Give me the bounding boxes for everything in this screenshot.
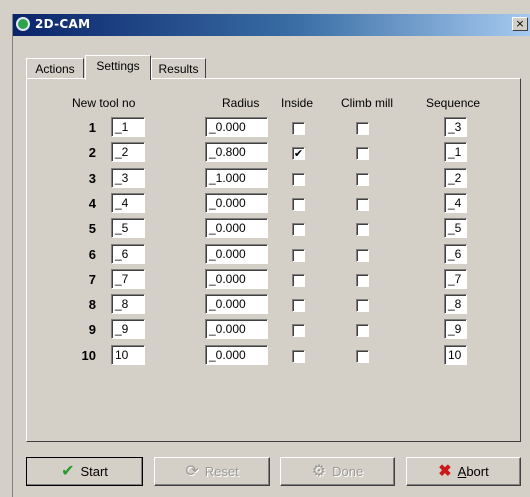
inside-checkbox[interactable] — [292, 198, 305, 211]
tool-no-input[interactable]: _9 — [111, 319, 145, 339]
inside-checkbox[interactable]: ✔ — [292, 147, 305, 160]
sequence-input[interactable]: _3 — [444, 117, 467, 137]
row-number: 2 — [88, 145, 96, 160]
dialog-window: 2D-CAM × Actions Settings Results New to… — [0, 0, 530, 497]
radius-input[interactable]: _0.000 — [205, 193, 268, 213]
tool-no-input[interactable]: _3 — [111, 168, 145, 188]
sequence-input[interactable]: _5 — [444, 218, 467, 238]
climb-mill-checkbox[interactable] — [356, 173, 369, 186]
gears-icon: ⚙ — [311, 462, 327, 480]
tool-no-input[interactable]: _5 — [111, 218, 145, 238]
inside-checkbox[interactable] — [292, 299, 305, 312]
sequence-input[interactable]: _9 — [444, 319, 467, 339]
radius-input[interactable]: _0.000 — [205, 117, 268, 137]
sequence-input[interactable]: 10 — [444, 345, 467, 365]
radius-input[interactable]: _0.000 — [205, 218, 268, 238]
header-inside: Inside — [281, 96, 314, 110]
row-number: 4 — [88, 196, 96, 211]
sequence-input[interactable]: _6 — [444, 244, 467, 264]
tool-no-input[interactable]: _7 — [111, 269, 145, 289]
header-tool-no: New tool no — [72, 96, 136, 110]
sequence-input[interactable]: _2 — [444, 168, 467, 188]
app-icon — [16, 17, 30, 31]
climb-mill-checkbox[interactable] — [356, 350, 369, 363]
check-icon: ✔ — [61, 462, 75, 480]
tab-settings[interactable]: Settings — [85, 55, 151, 80]
row-number: 7 — [88, 272, 96, 287]
done-label: Done — [332, 464, 364, 479]
refresh-icon: ⟳ — [185, 462, 199, 480]
radius-input[interactable]: _0.000 — [205, 345, 268, 365]
abort-button[interactable]: ✖ Abort — [406, 457, 521, 486]
window-title: 2D-CAM — [35, 17, 91, 31]
radius-input[interactable]: _0.800 — [205, 142, 268, 162]
row-number: 3 — [88, 171, 96, 186]
row-number: 6 — [88, 247, 96, 262]
reset-label: Reset — [204, 464, 239, 479]
row-number: 8 — [88, 297, 96, 312]
sequence-input[interactable]: _4 — [444, 193, 467, 213]
climb-mill-checkbox[interactable] — [356, 223, 369, 236]
inside-checkbox[interactable] — [292, 249, 305, 262]
inside-checkbox[interactable] — [292, 122, 305, 135]
tab-results[interactable]: Results — [151, 58, 206, 79]
sequence-input[interactable]: _8 — [444, 294, 467, 314]
inside-checkbox[interactable] — [292, 173, 305, 186]
tool-no-input[interactable]: _1 — [111, 117, 145, 137]
close-button[interactable]: × — [512, 17, 528, 31]
climb-mill-checkbox[interactable] — [356, 274, 369, 287]
row-number: 10 — [81, 348, 96, 363]
tool-no-input[interactable]: _4 — [111, 193, 145, 213]
tool-no-input[interactable]: _6 — [111, 244, 145, 264]
climb-mill-checkbox[interactable] — [356, 198, 369, 211]
row-number: 5 — [88, 221, 96, 236]
start-button[interactable]: ✔ Start — [26, 457, 143, 486]
climb-mill-checkbox[interactable] — [356, 122, 369, 135]
climb-mill-checkbox[interactable] — [356, 299, 369, 312]
tab-actions[interactable]: Actions — [26, 58, 84, 79]
radius-input[interactable]: _1.000 — [205, 168, 268, 188]
climb-mill-checkbox[interactable] — [356, 249, 369, 262]
abort-rest: bort — [466, 464, 489, 479]
radius-input[interactable]: _0.000 — [205, 244, 268, 264]
title-bar[interactable]: 2D-CAM × — [13, 14, 530, 36]
abort-label: Abort — [458, 464, 489, 479]
inside-checkbox[interactable] — [292, 223, 305, 236]
window-edge — [12, 14, 13, 497]
radius-input[interactable]: _0.000 — [205, 294, 268, 314]
tool-no-input[interactable]: _2 — [111, 142, 145, 162]
sequence-input[interactable]: _7 — [444, 269, 467, 289]
climb-mill-checkbox[interactable] — [356, 147, 369, 160]
x-icon: ✖ — [438, 462, 452, 480]
reset-button[interactable]: ⟳ Reset — [154, 457, 270, 486]
inside-checkbox[interactable] — [292, 350, 305, 363]
header-radius: Radius — [222, 96, 260, 110]
sequence-input[interactable]: _1 — [444, 142, 467, 162]
header-sequence: Sequence — [426, 96, 481, 110]
inside-checkbox[interactable] — [292, 274, 305, 287]
header-climb-mill: Climb mill — [341, 96, 393, 110]
tool-no-input[interactable]: 10 — [111, 345, 145, 365]
radius-input[interactable]: _0.000 — [205, 319, 268, 339]
tool-no-input[interactable]: _8 — [111, 294, 145, 314]
done-button[interactable]: ⚙ Done — [280, 457, 395, 486]
start-label: Start — [80, 464, 108, 479]
row-number: 1 — [88, 120, 96, 135]
row-number: 9 — [88, 322, 96, 337]
inside-checkbox[interactable] — [292, 324, 305, 337]
radius-input[interactable]: _0.000 — [205, 269, 268, 289]
climb-mill-checkbox[interactable] — [356, 324, 369, 337]
